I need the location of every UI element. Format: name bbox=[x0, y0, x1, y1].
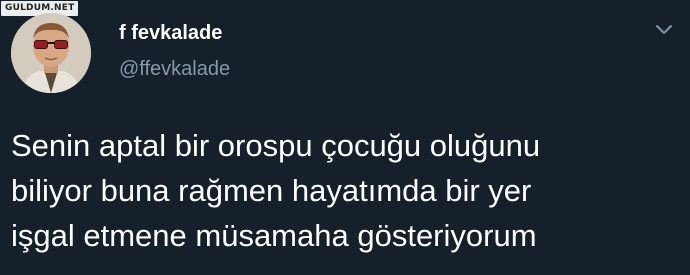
avatar[interactable] bbox=[11, 13, 91, 93]
tweet-text: Senin aptal bir orospu çocuğu oluğunu bi… bbox=[11, 123, 683, 258]
tweet-line: Senin aptal bir orospu çocuğu oluğunu bbox=[11, 128, 541, 163]
user-handle[interactable]: @ffevkalade bbox=[119, 57, 230, 81]
tweet-line: biliyor buna rağmen hayatımda bir yer bbox=[11, 173, 532, 208]
chevron-down-icon[interactable] bbox=[654, 23, 674, 37]
display-name[interactable]: f fevkalade bbox=[119, 21, 222, 45]
tweet-line: işgal etmene müsamaha gösteriyorum bbox=[11, 218, 537, 253]
